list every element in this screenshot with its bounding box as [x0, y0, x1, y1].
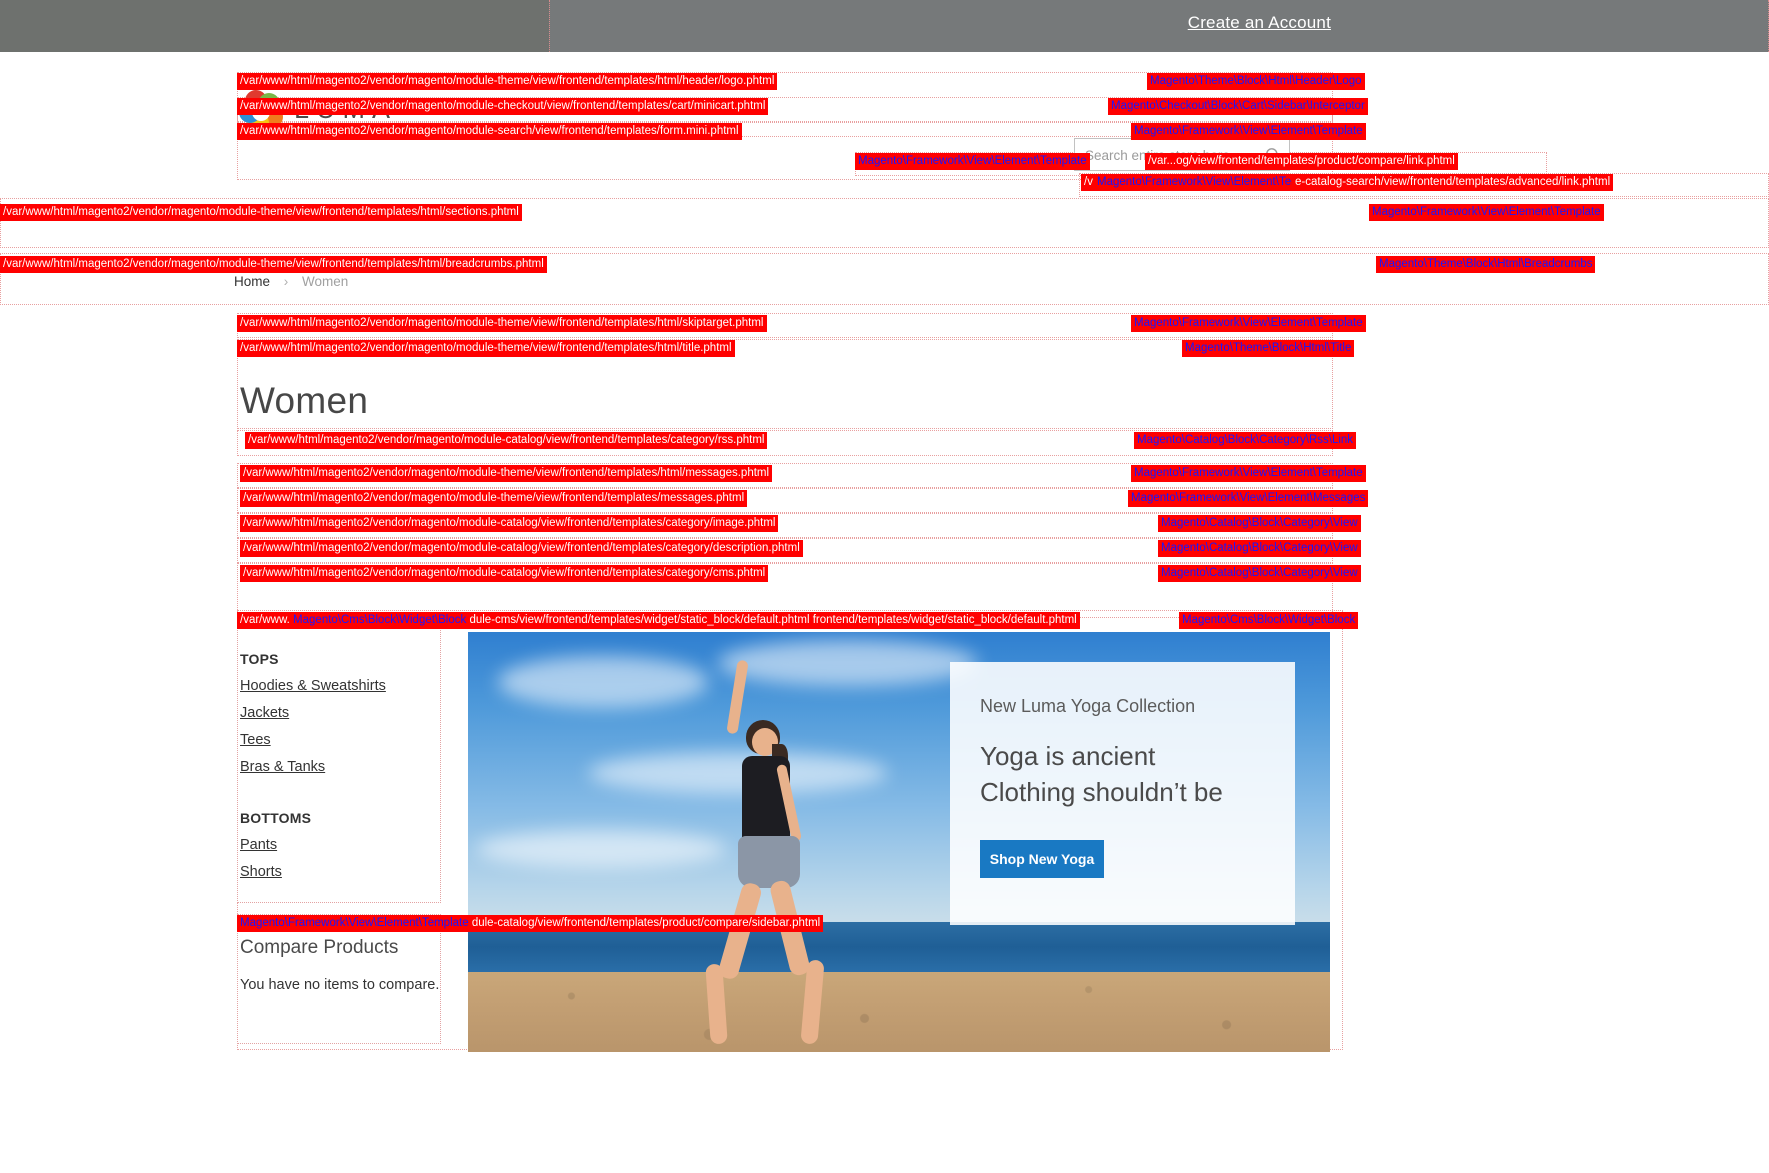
- hint-breadcrumbs-class: Magento\Theme\Block\Html\Breadcrumbs: [1376, 256, 1596, 273]
- promo-headline-line1: Yoga is ancient: [980, 741, 1156, 771]
- hint-compare-link-class: Magento\Framework\View\Element\Template: [855, 153, 1090, 170]
- compare-products-title: Compare Products: [240, 937, 399, 958]
- hint-title-path: /var/www/html/magento2/vendor/magento/mo…: [237, 340, 735, 357]
- hint-header-logo-path: /var/www/html/magento2/vendor/magento/mo…: [237, 73, 778, 90]
- hint-advanced-link-path: e-catalog-search/view/frontend/templates…: [1292, 174, 1614, 191]
- hint-widget-row: /var/www. Magento\Cms\Block\Widget\Block…: [237, 612, 1080, 629]
- hint-widget-path-b: frontend/templates/widget/static_block/d…: [812, 614, 1077, 626]
- hint-skiptarget-path: /var/www/html/magento2/vendor/magento/mo…: [237, 315, 767, 332]
- hint-cat-desc-class: Magento\Catalog\Block\Category\View: [1158, 540, 1361, 557]
- sidebar-item-bras-tanks[interactable]: Bras & Tanks: [240, 759, 325, 775]
- hint-search-form-path: /var/www/html/magento2/vendor/magento/mo…: [237, 123, 742, 140]
- shop-new-yoga-button[interactable]: Shop New Yoga: [980, 840, 1104, 878]
- promo-headline-line2: Clothing shouldn’t be: [980, 777, 1223, 807]
- hint-compare-link-path: /var...og/view/frontend/templates/produc…: [1145, 153, 1458, 170]
- promo-headline: Yoga is ancient Clothing shouldn’t be: [980, 738, 1223, 810]
- breadcrumb-home[interactable]: Home: [234, 274, 270, 289]
- top-panel-inner: [549, 0, 1769, 52]
- hint-skiptarget-class: Magento\Framework\View\Element\Template: [1131, 315, 1366, 332]
- sidebar-heading-tops: TOPS: [240, 651, 279, 667]
- page-title: Women: [240, 379, 369, 421]
- hint-title-class: Magento\Theme\Block\Html\Title: [1182, 340, 1355, 357]
- breadcrumb-separator-icon: ›: [283, 274, 289, 289]
- hint-widget-class-inline: Magento\Cms\Block\Widget\Block: [293, 614, 467, 626]
- hint-messages-path: /var/www/html/magento2/vendor/magento/mo…: [240, 490, 748, 507]
- hint-sections-path: /var/www/html/magento2/vendor/magento/mo…: [0, 204, 522, 221]
- breadcrumb-current: Women: [302, 274, 349, 289]
- sidebar-item-jackets[interactable]: Jackets: [240, 705, 289, 721]
- promo-eyebrow: New Luma Yoga Collection: [980, 696, 1196, 716]
- compare-products-empty: You have no items to compare.: [240, 977, 440, 993]
- hint-messages-class: Magento\Framework\View\Element\Messages: [1128, 490, 1369, 507]
- breadcrumb: Home › Women: [234, 274, 348, 289]
- compare-products-block: Compare Products You have no items to co…: [237, 914, 441, 1044]
- sidebar-item-tees[interactable]: Tees: [240, 732, 271, 748]
- category-sidebar: TOPS Hoodies & Sweatshirts Jackets Tees …: [237, 628, 441, 903]
- hint-header-logo-class: Magento\Theme\Block\Html\Header\Logo: [1147, 73, 1365, 90]
- sidebar-item-shorts[interactable]: Shorts: [240, 864, 282, 880]
- hint-minicart-path: /var/www/html/magento2/vendor/magento/mo…: [237, 98, 769, 115]
- sidebar-item-hoodies-sweatshirts[interactable]: Hoodies & Sweatshirts: [240, 678, 386, 694]
- category-hero-banner: New Luma Yoga Collection Yoga is ancient…: [468, 632, 1330, 1052]
- hint-cat-image-path: /var/www/html/magento2/vendor/magento/mo…: [240, 515, 779, 532]
- hint-widget-class-right: Magento\Cms\Block\Widget\Block: [1179, 612, 1359, 629]
- hint-widget-path-a: dule-cms/view/frontend/templates/widget/…: [469, 614, 810, 626]
- hint-cat-desc-path: /var/www/html/magento2/vendor/magento/mo…: [240, 540, 803, 557]
- hint-messages-html-path: /var/www/html/magento2/vendor/magento/mo…: [240, 465, 773, 482]
- hint-sections-class: Magento\Framework\View\Element\Template: [1369, 204, 1604, 221]
- sidebar-heading-bottoms: BOTTOMS: [240, 810, 312, 826]
- hint-compare-sidebar-class: Magento\Framework\View\Element\Template: [240, 917, 469, 929]
- promo-card: New Luma Yoga Collection Yoga is ancient…: [950, 662, 1295, 925]
- hint-messages-html-class: Magento\Framework\View\Element\Template: [1131, 465, 1366, 482]
- hint-minicart-class: Magento\Checkout\Block\Cart\Sidebar\Inte…: [1108, 98, 1368, 115]
- hint-rss-path: /var/www/html/magento2/vendor/magento/mo…: [245, 432, 768, 449]
- sidebar-item-pants[interactable]: Pants: [240, 837, 277, 853]
- hint-search-form-class: Magento\Framework\View\Element\Template: [1131, 123, 1366, 140]
- hero-yoga-figure: [668, 659, 968, 1052]
- create-account-link[interactable]: Create an Account: [1188, 13, 1331, 33]
- top-panel: [0, 0, 1769, 52]
- hint-compare-sidebar-row: Magento\Framework\View\Element\Template …: [237, 915, 824, 932]
- hint-rss-class: Magento\Catalog\Block\Category\Rss\Link: [1134, 432, 1357, 449]
- hint-cat-cms-class: Magento\Catalog\Block\Category\View: [1158, 565, 1361, 582]
- hint-widget-prefix: /var/www.: [240, 614, 290, 626]
- hint-cat-cms-path: /var/www/html/magento2/vendor/magento/mo…: [240, 565, 769, 582]
- hint-cat-image-class: Magento\Catalog\Block\Category\View: [1158, 515, 1361, 532]
- hint-breadcrumbs-path: /var/www/html/magento2/vendor/magento/mo…: [0, 256, 547, 273]
- hint-compare-sidebar-path: dule-catalog/view/frontend/templates/pro…: [471, 917, 821, 929]
